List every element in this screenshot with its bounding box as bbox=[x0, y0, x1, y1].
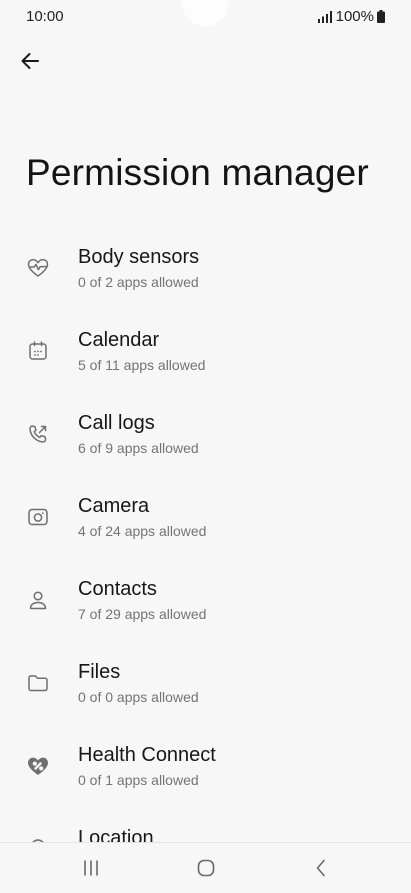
permission-label: Camera bbox=[78, 495, 150, 517]
permission-subtitle: 0 of 1 apps allowed bbox=[78, 772, 199, 788]
permission-label: Files bbox=[78, 661, 121, 683]
page-title: Permission manager bbox=[26, 152, 369, 193]
permission-item-health-connect[interactable]: Health Connect 0 of 1 apps allowed bbox=[0, 728, 411, 811]
permission-subtitle: 6 of 9 apps allowed bbox=[78, 440, 199, 456]
heart-pulse-icon bbox=[27, 258, 49, 277]
home-icon bbox=[197, 859, 215, 877]
permission-subtitle: 4 of 24 apps allowed bbox=[78, 523, 207, 539]
recent-apps-button[interactable] bbox=[76, 855, 106, 881]
home-button[interactable] bbox=[191, 855, 221, 881]
call-log-icon bbox=[29, 425, 47, 443]
permission-label: Body sensors bbox=[78, 246, 200, 268]
status-bar: 10:00 100% bbox=[0, 0, 411, 34]
battery-percentage: 100% bbox=[335, 8, 374, 25]
back-button[interactable] bbox=[14, 46, 46, 76]
person-icon bbox=[29, 591, 47, 610]
permission-item-body-sensors[interactable]: Body sensors 0 of 2 apps allowed bbox=[0, 230, 411, 313]
arrow-left-icon bbox=[21, 53, 39, 69]
permission-item-camera[interactable]: Camera 4 of 24 apps allowed bbox=[0, 479, 411, 562]
permission-label: Calendar bbox=[78, 329, 160, 351]
permission-list: Body sensors 0 of 2 apps allowed Calenda… bbox=[0, 230, 411, 842]
permission-label: Location bbox=[78, 827, 154, 842]
permission-item-call-logs[interactable]: Call logs 6 of 9 apps allowed bbox=[0, 396, 411, 479]
folder-icon bbox=[28, 675, 48, 692]
back-nav-button[interactable] bbox=[306, 855, 336, 881]
calendar-icon bbox=[29, 341, 47, 360]
permission-item-files[interactable]: Files 0 of 0 apps allowed bbox=[0, 645, 411, 728]
health-connect-icon bbox=[28, 757, 48, 775]
status-indicators: 100% bbox=[317, 8, 385, 25]
permission-subtitle: 0 of 0 apps allowed bbox=[78, 689, 199, 705]
signal-icon bbox=[317, 10, 332, 23]
status-time: 10:00 bbox=[26, 8, 64, 25]
permission-item-calendar[interactable]: Calendar 5 of 11 apps allowed bbox=[0, 313, 411, 396]
back-nav-icon bbox=[316, 859, 325, 877]
permission-item-contacts[interactable]: Contacts 7 of 29 apps allowed bbox=[0, 562, 411, 645]
permission-item-location[interactable]: Location bbox=[0, 811, 411, 842]
permission-subtitle: 7 of 29 apps allowed bbox=[78, 606, 207, 622]
permission-label: Health Connect bbox=[78, 744, 216, 766]
camera-icon bbox=[28, 508, 48, 526]
permission-label: Call logs bbox=[78, 412, 155, 434]
battery-icon bbox=[377, 10, 385, 23]
recent-apps-icon bbox=[84, 860, 98, 876]
navigation-bar bbox=[0, 842, 411, 893]
permission-subtitle: 0 of 2 apps allowed bbox=[78, 274, 199, 290]
permission-subtitle: 5 of 11 apps allowed bbox=[78, 357, 206, 373]
camera-notch bbox=[182, 0, 228, 26]
permission-label: Contacts bbox=[78, 578, 157, 600]
